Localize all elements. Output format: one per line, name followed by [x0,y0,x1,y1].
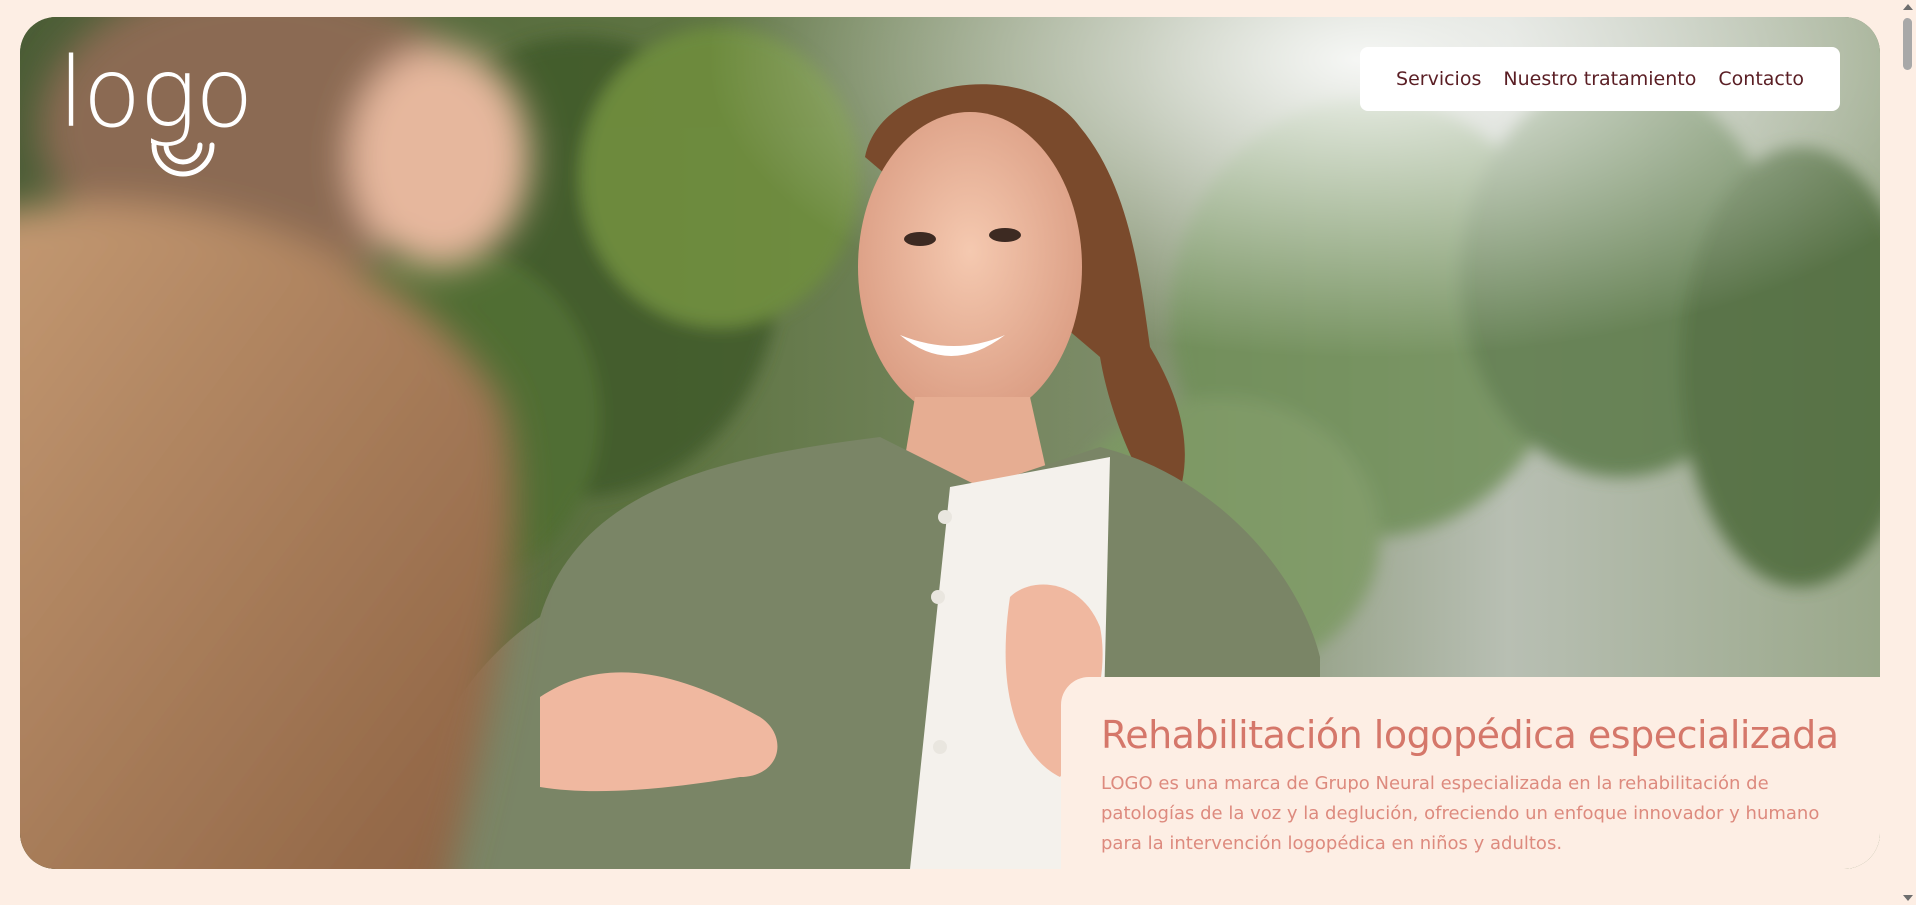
scroll-up-arrow-icon[interactable] [1903,4,1913,10]
logo-text: logo [58,37,254,149]
hero-banner: logo Servicios Nuestro tratamiento Conta… [20,17,1880,869]
logo[interactable]: logo [58,45,258,185]
page: logo Servicios Nuestro tratamiento Conta… [0,0,1916,905]
nav-link-contacto[interactable]: Contacto [1718,68,1804,90]
scrollbar-thumb[interactable] [1903,18,1912,70]
nav-link-servicios[interactable]: Servicios [1396,68,1481,90]
intro-description: LOGO es una marca de Grupo Neural especi… [1101,772,1820,854]
smile-icon [151,142,215,177]
intro-card: Rehabilitación logopédica especializada … [1061,677,1880,869]
nav-link-nuestro-tratamiento[interactable]: Nuestro tratamiento [1503,68,1696,90]
main-nav: Servicios Nuestro tratamiento Contacto [1360,47,1840,111]
scroll-down-arrow-icon[interactable] [1903,895,1913,901]
intro-title: Rehabilitación logopédica especializada [1101,713,1839,757]
page-scrollbar[interactable] [1899,0,1916,905]
